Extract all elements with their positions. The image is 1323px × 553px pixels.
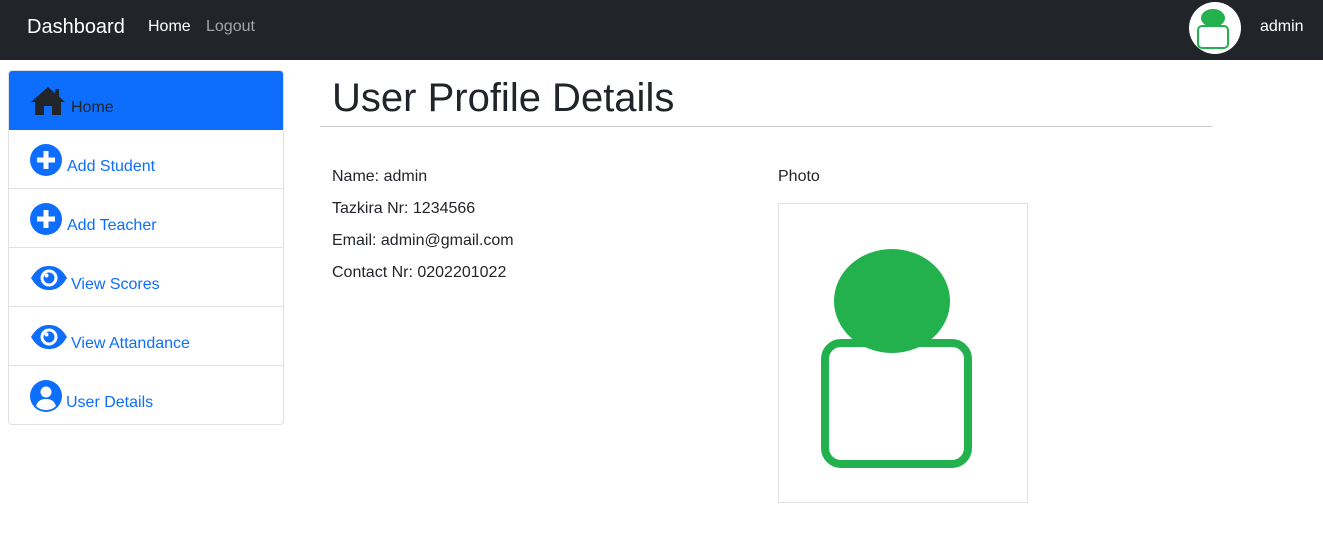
profile-contact: Contact Nr: 0202201022 [332,264,507,281]
profile-tazkira: Tazkira Nr: 1234566 [332,200,476,217]
sidebar-item-label: User Details [66,394,154,411]
plus-circle-icon [30,144,62,181]
title-divider [320,126,1212,127]
profile-email: Email: admin@gmail.com [332,232,514,249]
brand-link[interactable]: Dashboard [27,14,125,40]
nav-logout-link[interactable]: Logout [206,17,255,37]
profile-name: Name: admin [332,168,428,185]
nav-username[interactable]: admin [1260,17,1304,37]
nav-home-link[interactable]: Home [148,17,191,37]
sidebar-item-home[interactable]: Home [9,71,283,130]
sidebar-item-label: Add Student [67,158,156,175]
home-icon [29,85,67,122]
profile-photo [778,203,1028,503]
sidebar-item-user-details[interactable]: User Details [9,366,283,424]
top-navbar: Dashboard Home Logout admin [0,0,1323,60]
user-avatar-icon[interactable] [1189,2,1241,54]
sidebar-item-label: Home [71,99,114,116]
sidebar-item-label: View Scores [71,276,160,293]
sidebar-item-add-student[interactable]: Add Student [9,130,283,189]
sidebar-menu: Home Add Student Add Teacher View Scores… [8,70,284,425]
eye-icon [30,265,68,296]
eye-icon [30,324,68,355]
sidebar-item-view-scores[interactable]: View Scores [9,248,283,307]
person-circle-icon [30,380,62,417]
sidebar-item-label: Add Teacher [67,217,157,234]
sidebar-item-add-teacher[interactable]: Add Teacher [9,189,283,248]
photo-label: Photo [778,168,820,185]
plus-circle-icon [30,203,62,240]
page-title: User Profile Details [332,76,675,120]
user-avatar-icon [821,249,972,468]
sidebar-item-label: View Attandance [71,335,190,352]
sidebar-item-view-attandance[interactable]: View Attandance [9,307,283,366]
